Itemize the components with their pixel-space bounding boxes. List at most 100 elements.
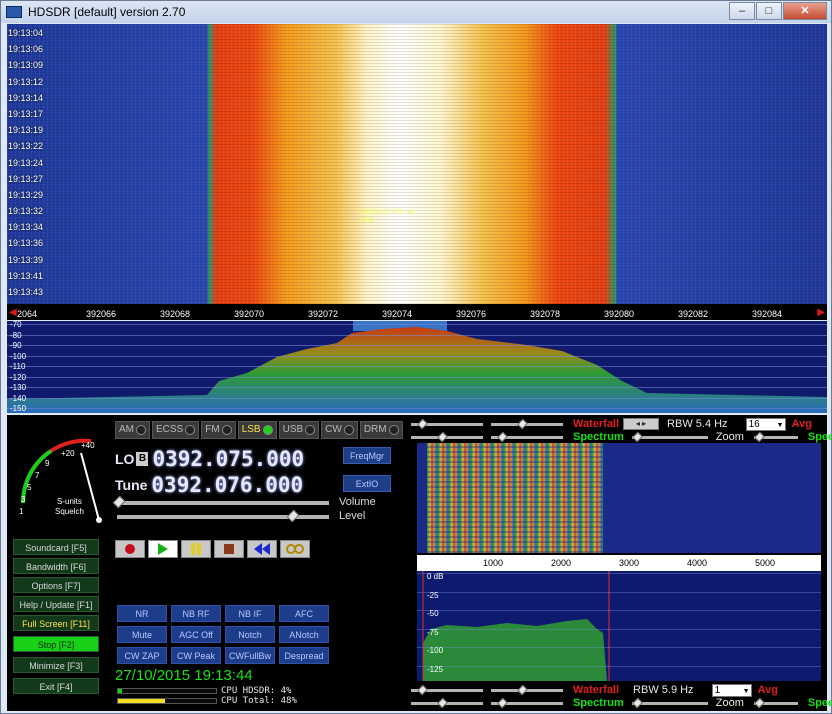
dsp-button-notch[interactable]: Notch [225,626,275,643]
audio-bspec-slider-1[interactable] [411,697,483,708]
zoom-slider-top[interactable] [631,431,708,442]
volume-slider-knob[interactable] [112,495,126,509]
avg-select-top[interactable]: 16 ▼ [745,417,786,431]
audio-spectrum-gridline [417,573,821,574]
scale-left-arrow-icon[interactable]: ◀ [9,307,17,318]
audio-wf-slider-2[interactable] [491,418,563,429]
full-screen-button[interactable]: Full Screen [F11] [13,615,99,631]
mode-label: FM [205,424,220,435]
record-button[interactable] [115,540,145,558]
pause-icon [191,543,201,555]
s-meter-title: S-units [57,497,82,506]
audio-spectrum[interactable]: 0 dB -25 -50 -75 -100 -125 [417,571,821,681]
scale-right-arrow-icon[interactable]: ▶ [817,307,825,318]
rbw-spinner-top[interactable]: ◂ ▸ [623,418,660,430]
speed-slider-top[interactable] [753,431,798,442]
dsp-button-cw-zap[interactable]: CW ZAP [117,647,167,664]
waterfall-timestamps: 19:13:04 19:13:06 19:13:09 19:13:12 19:13:14… [7,28,43,303]
mode-button-cw[interactable]: CW [321,421,358,439]
waterfall-timestamp: 19:13:32 [8,206,44,217]
audio-bspec-slider-1-knob[interactable] [437,697,448,708]
lo-frequency[interactable]: 0392.075.000 [152,447,304,471]
audio-bwf-slider-2[interactable] [491,684,563,695]
rf-spectrum[interactable]: -70 -80 -90 -100 -110 -120 -130 -140 -150 [7,321,827,413]
options-button[interactable]: Options [F7] [13,577,99,593]
lo-b-button[interactable]: B [136,452,149,466]
exit-button[interactable]: Exit [F4] [13,678,99,694]
mode-button-fm[interactable]: FM [201,421,236,439]
close-window-button[interactable]: ✕ [783,2,827,20]
play-button[interactable] [148,540,178,558]
audio-bwf-slider-1-knob[interactable] [417,684,428,695]
dsp-button-nr[interactable]: NR [117,605,167,622]
chevron-down-icon: ▼ [776,421,784,429]
dsp-button-cwfullbw[interactable]: CWFullBw [225,647,275,664]
zoom-slider-bottom[interactable] [631,697,708,708]
led-indicator-icon [262,425,273,435]
spectrum-gridline [7,345,827,346]
mode-button-usb[interactable]: USB [278,421,320,439]
audio-wf-slider-1-knob[interactable] [417,418,428,429]
dsp-button-nb-if[interactable]: NB IF [225,605,275,622]
audio-frequency-tick: 2000 [550,558,572,568]
audio-spec-slider-1[interactable] [411,431,483,442]
audio-spectrum-gridline [417,647,821,648]
stop-button[interactable]: Stop [F2] [13,636,99,652]
bandwidth-button[interactable]: Bandwidth [F6] [13,558,99,574]
audio-bwf-slider-1[interactable] [411,684,483,695]
mode-button-ecss[interactable]: ECSS [152,421,200,439]
dsp-button-afc[interactable]: AFC [279,605,329,622]
level-slider-knob[interactable] [286,509,300,523]
maximize-window-button[interactable]: □ [756,2,782,20]
speed-slider-bottom[interactable] [753,697,798,708]
dsp-button-anotch[interactable]: ANotch [279,626,329,643]
mode-button-am[interactable]: AM [115,421,150,439]
pause-button[interactable] [181,540,211,558]
audio-spec-slider-2-knob[interactable] [497,431,508,442]
speed-slider-bottom-knob[interactable] [754,697,765,708]
tune-row: Tune 0392.076.000 [115,473,303,497]
tune-frequency[interactable]: 0392.076.000 [151,473,303,497]
audio-spec-slider-1-knob[interactable] [437,431,448,442]
rf-waterfall[interactable]: 19:13:04 19:13:06 19:13:09 19:13:12 19:13:14… [7,24,827,304]
audio-wf-slider-1[interactable] [411,418,483,429]
help-update-button[interactable]: Help / Update [F1] [13,596,99,612]
soundcard-button[interactable]: Soundcard [F5] [13,539,99,555]
speed-slider-top-knob[interactable] [754,431,765,442]
audio-frequency-scale[interactable]: 1000 2000 3000 4000 5000 [417,555,821,571]
waterfall-timestamp: 19:13:36 [8,238,44,249]
waterfall-timestamp: 19:13:04 [8,28,44,38]
s-meter-label-7: 7 [35,471,40,480]
audio-bspec-slider-2-knob[interactable] [497,697,508,708]
audio-frequency-tick: 1000 [482,558,504,568]
audio-bspec-slider-2[interactable] [491,697,563,708]
audio-waterfall[interactable] [417,443,821,553]
zoom-slider-bottom-knob[interactable] [631,697,643,708]
freqmgr-button[interactable]: FreqMgr [343,447,391,464]
minimize-button[interactable]: Minimize [F3] [13,657,99,673]
audio-bwf-slider-2-knob[interactable] [517,684,528,695]
rewind-button[interactable] [247,540,277,558]
avg-select-bottom[interactable]: 1 ▼ [711,683,752,697]
dsp-button-despread[interactable]: Despread [279,647,329,664]
mode-button-drm[interactable]: DRM [359,421,403,439]
frequency-scale[interactable]: ◀ ▶ 2064 392066 392068 392070 392072 392074 39… [7,304,827,320]
audio-wf-slider-2-knob[interactable] [517,418,528,429]
volume-slider[interactable] [112,495,329,509]
spectrum-db-label: -150 [10,404,27,413]
dsp-button-agc-off[interactable]: AGC Off [171,626,221,643]
dsp-button-cw-peak[interactable]: CW Peak [171,647,221,664]
minimize-window-button[interactable]: – [729,2,755,20]
frequency-tick: 392066 [85,309,117,319]
stop-playback-button[interactable] [214,540,244,558]
loop-button[interactable] [280,540,310,558]
audio-spec-slider-2[interactable] [491,431,563,442]
dsp-button-nb-rf[interactable]: NB RF [171,605,221,622]
level-slider[interactable] [117,509,329,523]
mode-button-lsb[interactable]: LSB [237,421,277,439]
zoom-slider-top-knob[interactable] [631,431,643,442]
mode-buttons: AM ECSS FM LSB USB CW DRM [115,421,405,439]
dsp-button-mute[interactable]: Mute [117,626,167,643]
audio-frequency-tick: 4000 [686,558,708,568]
extio-button[interactable]: ExtIO [343,475,391,492]
